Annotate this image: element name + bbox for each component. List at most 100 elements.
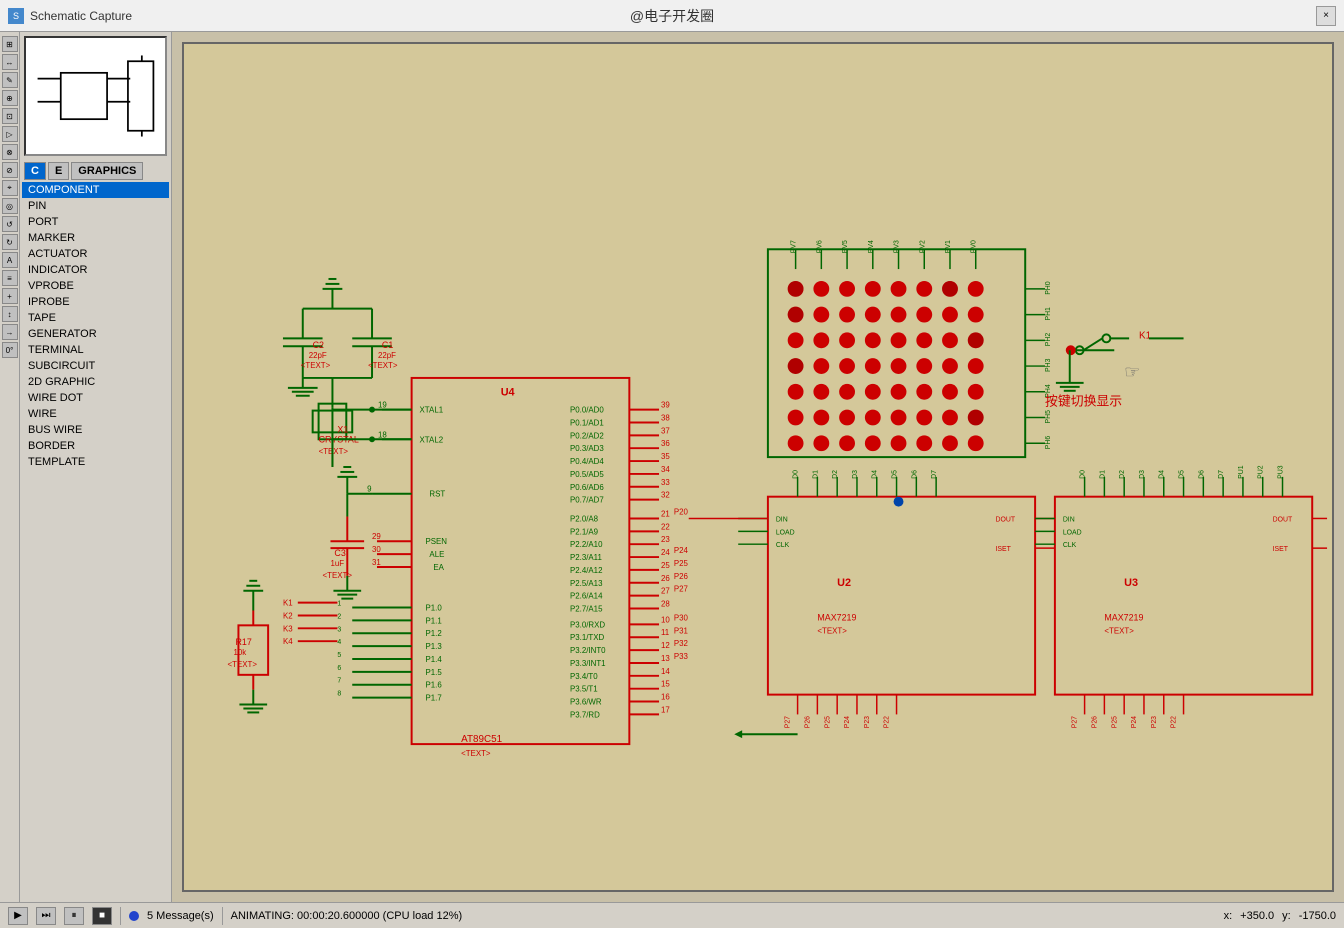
svg-text:K4: K4 <box>283 637 293 646</box>
list-item-iprobe[interactable]: IPROBE <box>22 294 169 310</box>
svg-text:ISET: ISET <box>1273 546 1289 553</box>
svg-text:P1.1: P1.1 <box>425 616 442 625</box>
toolbar-icon-8[interactable]: ⊘ <box>2 162 18 178</box>
close-button[interactable]: × <box>1316 6 1336 26</box>
toolbar-icon-12[interactable]: ↻ <box>2 234 18 250</box>
list-item-tape[interactable]: TAPE <box>22 310 169 326</box>
tab-c[interactable]: C <box>24 162 46 180</box>
tab-graphics[interactable]: GRAPHICS <box>71 162 143 180</box>
list-item-terminal[interactable]: TERMINAL <box>22 342 169 358</box>
left-panel: C E GRAPHICS COMPONENT PIN PORT MARKER A… <box>20 32 172 902</box>
svg-text:DIN: DIN <box>776 516 788 523</box>
list-item-2dgraphic[interactable]: 2D GRAPHIC <box>22 374 169 390</box>
svg-text:1: 1 <box>337 601 341 608</box>
svg-text:X1: X1 <box>337 424 348 434</box>
svg-text:P26: P26 <box>674 572 689 581</box>
list-item-marker[interactable]: MARKER <box>22 230 169 246</box>
list-item-wire[interactable]: WIRE <box>22 406 169 422</box>
step-button[interactable]: ⏭ <box>36 907 56 925</box>
svg-text:21: 21 <box>661 509 670 518</box>
tab-bar: C E GRAPHICS <box>20 160 171 180</box>
svg-text:3: 3 <box>337 626 341 633</box>
svg-text:10: 10 <box>661 615 670 624</box>
list-item-wiredot[interactable]: WIRE DOT <box>22 390 169 406</box>
svg-text:17: 17 <box>661 705 670 714</box>
svg-text:D4: D4 <box>872 470 879 479</box>
svg-text:EA: EA <box>433 563 444 572</box>
svg-text:P0.3/AD3: P0.3/AD3 <box>570 444 604 453</box>
svg-text:P0.6/AD6: P0.6/AD6 <box>570 483 604 492</box>
toolbar-icon-10[interactable]: ◎ <box>2 198 18 214</box>
svg-text:P3.0/RXD: P3.0/RXD <box>570 620 605 629</box>
svg-text:P2.6/A14: P2.6/A14 <box>570 592 603 601</box>
toolbar-icon-15[interactable]: + <box>2 288 18 304</box>
list-item-component[interactable]: COMPONENT <box>22 182 169 198</box>
svg-text:P3.6/WR: P3.6/WR <box>570 698 602 707</box>
status-dot <box>129 911 139 921</box>
svg-text:12: 12 <box>661 641 670 650</box>
svg-text:P27: P27 <box>674 585 688 594</box>
toolbar-icon-13[interactable]: A <box>2 252 18 268</box>
tab-e[interactable]: E <box>48 162 69 180</box>
play-button[interactable]: ▶ <box>8 907 28 925</box>
svg-text:P1.7: P1.7 <box>425 694 441 703</box>
toolbar-icon-14[interactable]: ≡ <box>2 270 18 286</box>
svg-text:P27: P27 <box>1072 716 1079 728</box>
toolbar-icon-1[interactable]: ⊞ <box>2 36 18 52</box>
canvas-area[interactable]: C2 22pF <TEXT> C1 22pF <TEXT> X1 CRYSTAL… <box>172 32 1344 902</box>
list-item-actuator[interactable]: ACTUATOR <box>22 246 169 262</box>
center-title: @电子开发圈 <box>630 6 714 26</box>
svg-text:27: 27 <box>661 587 670 596</box>
list-item-template[interactable]: TEMPLATE <box>22 454 169 470</box>
pause-button[interactable]: ⏸ <box>64 907 84 925</box>
list-item-vprobe[interactable]: VPROBE <box>22 278 169 294</box>
svg-text:P3.1/TXD: P3.1/TXD <box>570 633 605 642</box>
svg-text:13: 13 <box>661 654 670 663</box>
svg-text:P2.2/A10: P2.2/A10 <box>570 540 603 549</box>
list-item-indicator[interactable]: INDICATOR <box>22 262 169 278</box>
svg-text:P33: P33 <box>674 652 689 661</box>
toolbar-icon-17[interactable]: → <box>2 324 18 340</box>
svg-text:PV4: PV4 <box>868 240 875 253</box>
svg-text:P1.2: P1.2 <box>425 629 441 638</box>
svg-text:PV6: PV6 <box>816 240 823 253</box>
list-item-border[interactable]: BORDER <box>22 438 169 454</box>
svg-text:P0.0/AD0: P0.0/AD0 <box>570 406 604 415</box>
list-item-generator[interactable]: GENERATOR <box>22 326 169 342</box>
svg-text:P22: P22 <box>1171 716 1178 728</box>
svg-text:P2.4/A12: P2.4/A12 <box>570 566 603 575</box>
list-item-port[interactable]: PORT <box>22 214 169 230</box>
svg-text:24: 24 <box>661 548 670 557</box>
list-item-buswire[interactable]: BUS WIRE <box>22 422 169 438</box>
toolbar-icon-9[interactable]: ⌖ <box>2 180 18 196</box>
toolbar-icon-11[interactable]: ↺ <box>2 216 18 232</box>
svg-text:PU3: PU3 <box>1278 465 1285 479</box>
separator-1 <box>120 907 121 925</box>
svg-text:PSEN: PSEN <box>425 537 447 546</box>
svg-text:P27: P27 <box>785 716 792 728</box>
svg-text:P1.3: P1.3 <box>425 642 442 651</box>
svg-text:P31: P31 <box>674 626 689 635</box>
toolbar-icon-18[interactable]: 0° <box>2 342 18 358</box>
svg-text:LOAD: LOAD <box>1063 529 1082 536</box>
stop-button[interactable]: ■ <box>92 907 112 925</box>
schematic-canvas[interactable]: C2 22pF <TEXT> C1 22pF <TEXT> X1 CRYSTAL… <box>182 42 1334 892</box>
toolbar-icon-16[interactable]: ↕ <box>2 306 18 322</box>
toolbar-icon-3[interactable]: ✎ <box>2 72 18 88</box>
svg-text:K1: K1 <box>1139 330 1152 341</box>
toolbar-icon-5[interactable]: ⊡ <box>2 108 18 124</box>
svg-text:PH5: PH5 <box>1045 410 1052 424</box>
list-item-subcircuit[interactable]: SUBCIRCUIT <box>22 358 169 374</box>
svg-text:C2: C2 <box>313 340 324 350</box>
toolbar-icon-2[interactable]: ↔ <box>2 54 18 70</box>
toolbar-icon-6[interactable]: ▷ <box>2 126 18 142</box>
svg-text:<TEXT>: <TEXT> <box>301 361 331 370</box>
svg-text:1uF: 1uF <box>330 559 344 568</box>
toolbar-icon-7[interactable]: ⊗ <box>2 144 18 160</box>
svg-text:P25: P25 <box>1111 716 1118 728</box>
svg-text:P25: P25 <box>824 716 831 728</box>
svg-text:PV0: PV0 <box>971 240 978 253</box>
svg-text:U3: U3 <box>1124 577 1138 589</box>
toolbar-icon-4[interactable]: ⊕ <box>2 90 18 106</box>
list-item-pin[interactable]: PIN <box>22 198 169 214</box>
